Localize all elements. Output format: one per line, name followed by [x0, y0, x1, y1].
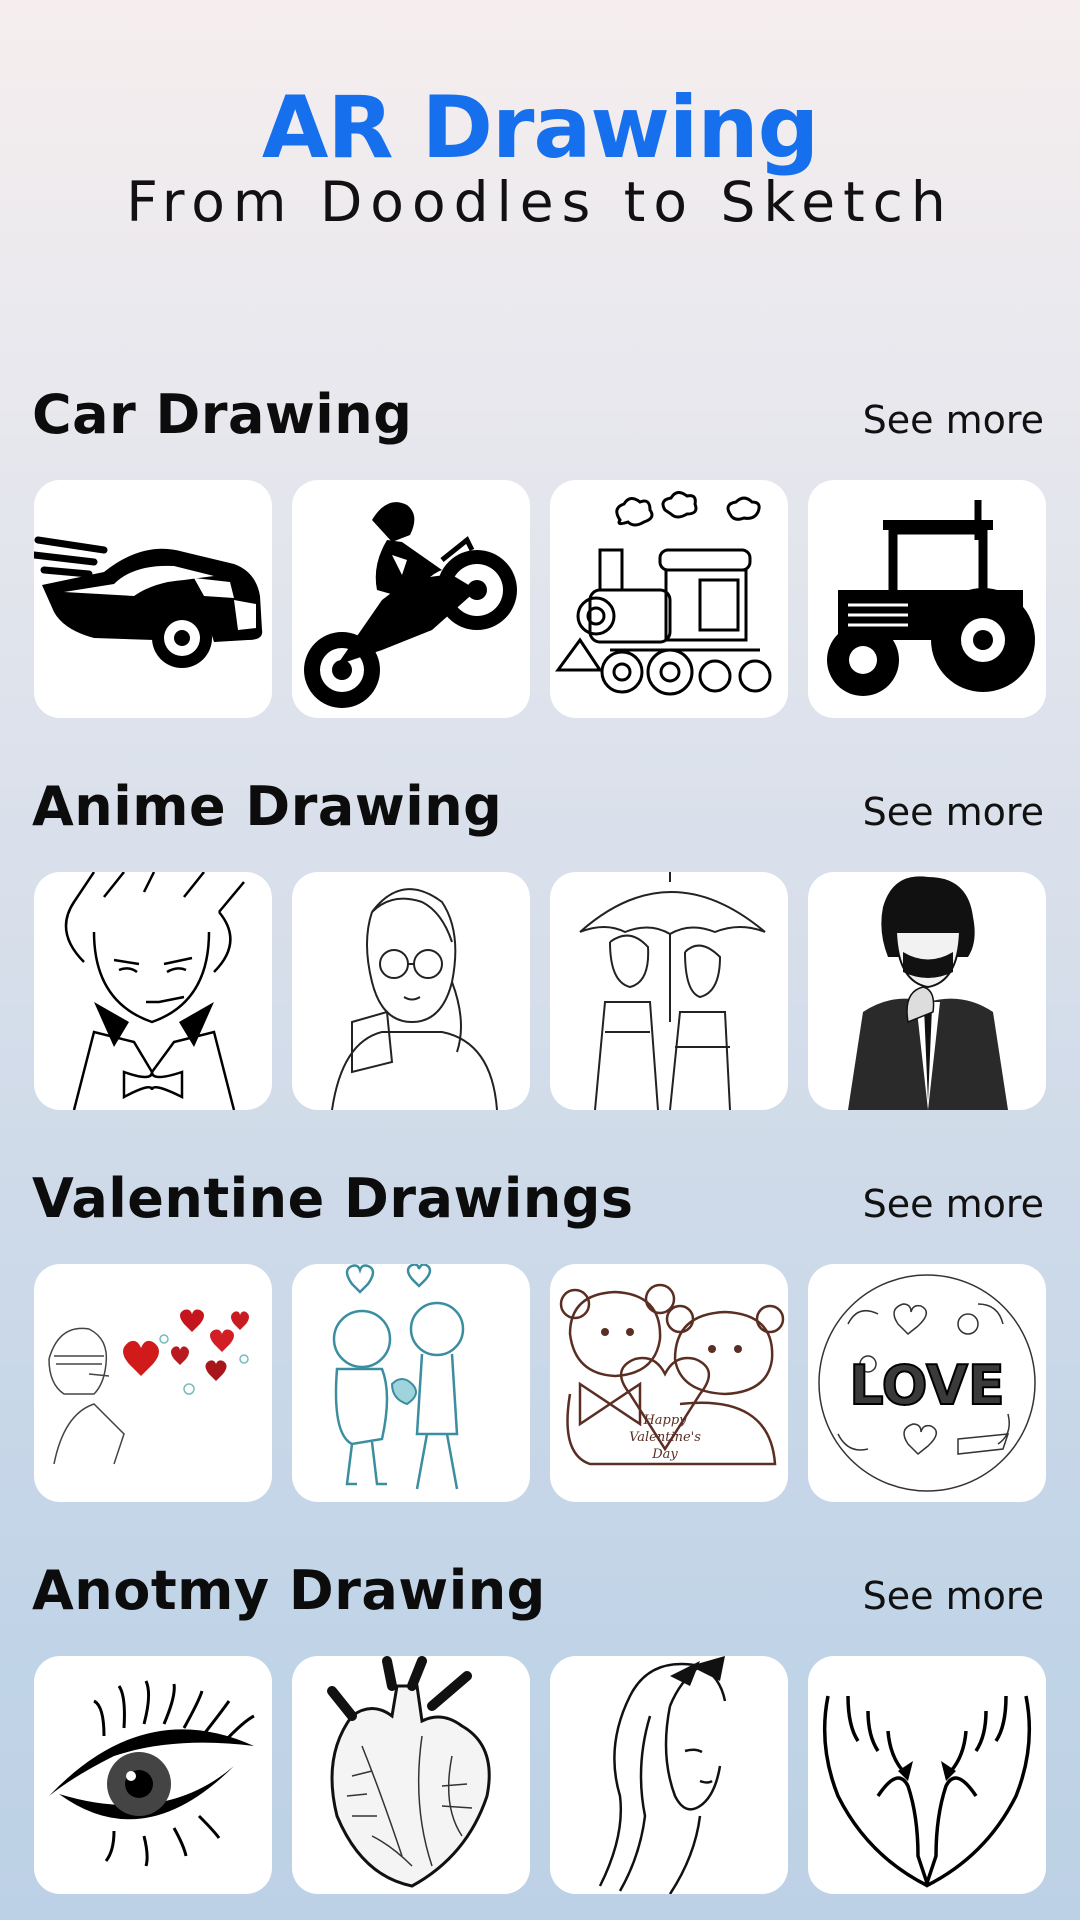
app-header: AR Drawing From Doodles to Sketch [0, 78, 1080, 232]
svg-text:LOVE: LOVE [849, 1354, 1005, 1417]
card-motorcycle[interactable] [292, 480, 530, 718]
app-subtitle: From Doodles to Sketch [126, 170, 954, 234]
steam-train-icon [555, 491, 772, 696]
section-title: Car Drawing [32, 383, 413, 446]
card-love-doodle[interactable]: LOVE [808, 1264, 1046, 1502]
card-tractor[interactable] [808, 480, 1046, 718]
svg-text:Valentine's: Valentine's [629, 1430, 701, 1445]
card-row: Happy Valentine's Day LOVE [34, 1264, 1046, 1502]
couple-flowers-icon [332, 1264, 465, 1490]
section-header: Anime Drawing See more [0, 772, 1080, 852]
card-row [34, 1656, 1046, 1894]
card-anime-couple[interactable] [550, 872, 788, 1110]
section-anime-drawing: Anime Drawing See more [0, 772, 1080, 1110]
eye-icon [49, 1680, 255, 1867]
anime-girl-glasses-icon [331, 888, 498, 1110]
see-more-link[interactable]: See more [863, 1178, 1044, 1230]
love-doodle-icon: LOVE [818, 1274, 1036, 1492]
sports-car-icon [34, 536, 263, 668]
anime-boy-mask-icon [848, 876, 1008, 1110]
svg-text:Happy: Happy [642, 1413, 687, 1428]
section-title: Anime Drawing [32, 775, 503, 838]
card-row [34, 480, 1046, 718]
see-more-link[interactable]: See more [863, 394, 1044, 446]
woman-portrait-icon [598, 1656, 727, 1894]
see-more-link[interactable]: See more [863, 1570, 1044, 1622]
card-couple-flowers[interactable] [292, 1264, 530, 1502]
girl-blowing-hearts-icon [48, 1309, 249, 1465]
svg-text:Day: Day [651, 1447, 678, 1462]
section-anatomy-drawing: Anotmy Drawing See more [0, 1556, 1080, 1894]
anime-couple-umbrella-icon [579, 872, 766, 1110]
section-car-drawing: Car Drawing See more [0, 380, 1080, 718]
card-anime-boy[interactable] [34, 872, 272, 1110]
see-more-link[interactable]: See more [863, 786, 1044, 838]
anime-boy-bowtie-icon [64, 872, 245, 1110]
card-sports-car[interactable] [34, 480, 272, 718]
card-anime-masked-boy[interactable] [808, 872, 1046, 1110]
card-open-hands[interactable] [808, 1656, 1046, 1894]
teddy-bears-icon: Happy Valentine's Day [559, 1283, 785, 1466]
tractor-icon [827, 500, 1035, 696]
motorcycle-rider-icon [304, 502, 517, 708]
section-valentine-drawings: Valentine Drawings See more Happy Valent… [0, 1164, 1080, 1502]
card-girl-hearts[interactable] [34, 1264, 272, 1502]
section-header: Car Drawing See more [0, 380, 1080, 460]
section-title: Anotmy Drawing [32, 1559, 546, 1622]
card-woman-portrait[interactable] [550, 1656, 788, 1894]
card-teddy-bears[interactable]: Happy Valentine's Day [550, 1264, 788, 1502]
card-anatomical-heart[interactable] [292, 1656, 530, 1894]
section-header: Valentine Drawings See more [0, 1164, 1080, 1244]
card-eye[interactable] [34, 1656, 272, 1894]
open-hands-icon [822, 1695, 1032, 1888]
section-title: Valentine Drawings [32, 1167, 634, 1230]
card-steam-train[interactable] [550, 480, 788, 718]
card-anime-girl[interactable] [292, 872, 530, 1110]
section-header: Anotmy Drawing See more [0, 1556, 1080, 1636]
anatomical-heart-icon [327, 1656, 491, 1888]
app-title: AR Drawing [261, 78, 819, 178]
card-row [34, 872, 1046, 1110]
